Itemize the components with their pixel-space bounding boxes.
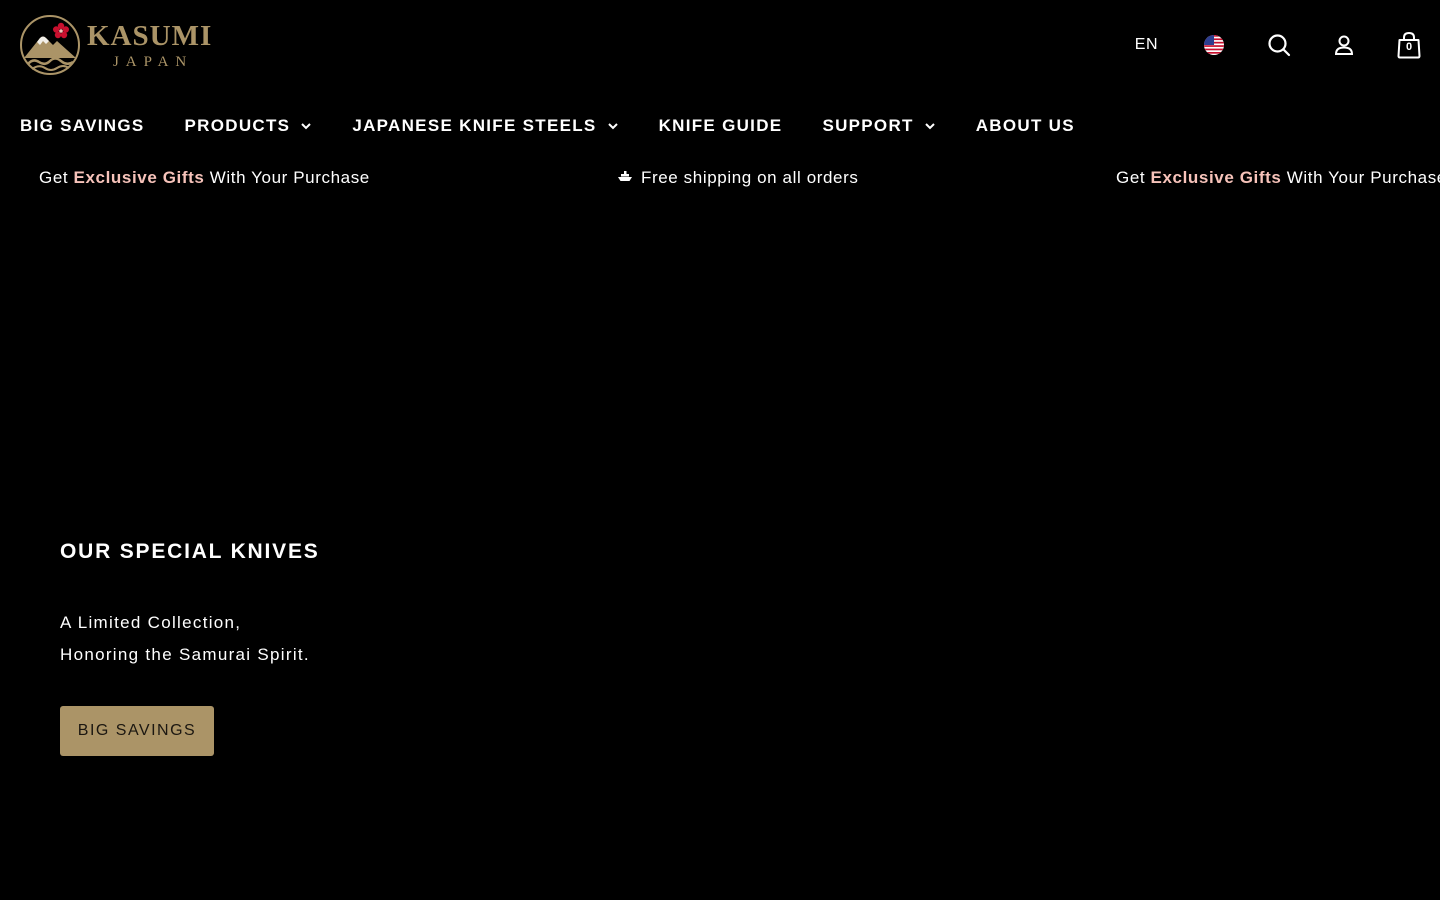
nav-products[interactable]: PRODUCTS — [185, 116, 313, 136]
ship-icon — [618, 171, 632, 181]
announcement-text: Get — [1116, 168, 1151, 187]
chevron-down-icon — [925, 123, 935, 130]
brand-sub: JAPAN — [112, 54, 194, 70]
header-tools: EN 0 — [1135, 24, 1422, 66]
nav-support[interactable]: SUPPORT — [822, 116, 935, 136]
chevron-down-icon — [607, 123, 618, 130]
announcement-highlight: Exclusive Gifts — [1150, 168, 1282, 187]
announcement-shipping: Free shipping on all orders — [617, 168, 858, 188]
page: KASUMI JAPAN EN 0 BIG SAVINGS PRODUCTS J… — [0, 0, 1440, 900]
cart-icon[interactable]: 0 — [1396, 32, 1422, 59]
nav-label: SUPPORT — [822, 116, 914, 135]
nav-big-savings[interactable]: BIG SAVINGS — [20, 116, 145, 136]
nav-japanese-knife-steels[interactable]: JAPANESE KNIFE STEELS — [352, 116, 618, 136]
announcement-gift: Get Exclusive Gifts With Your Purchase — [39, 168, 370, 188]
language-selector[interactable]: EN — [1135, 36, 1158, 54]
chevron-down-icon — [301, 123, 312, 130]
shipping-text: Free shipping on all orders — [641, 168, 859, 187]
nav-label: BIG SAVINGS — [20, 116, 145, 135]
announcement-text: With Your Purchase — [1281, 168, 1440, 187]
nav-knife-guide[interactable]: KNIFE GUIDE — [659, 116, 783, 136]
nav-about-us[interactable]: ABOUT US — [976, 116, 1075, 136]
announcement-text: With Your Purchase — [204, 168, 370, 187]
search-icon[interactable] — [1266, 32, 1292, 58]
big-savings-button[interactable]: BIG SAVINGS — [60, 706, 214, 756]
announcement-gift-repeat: Get Exclusive Gifts With Your Purchase — [1116, 168, 1440, 188]
announcement-bar: Get Exclusive Gifts With Your Purchase F… — [0, 168, 1440, 194]
hero-description: A Limited Collection, Honoring the Samur… — [60, 607, 310, 671]
announcement-highlight: Exclusive Gifts — [73, 168, 205, 187]
hero-title: OUR SPECIAL KNIVES — [60, 540, 320, 563]
nav-label: PRODUCTS — [184, 116, 291, 135]
kasumi-logo[interactable]: KASUMI JAPAN — [19, 14, 212, 76]
cart-count: 0 — [1405, 41, 1413, 53]
announcement-text: Get — [39, 168, 74, 187]
hero-line-1: A Limited Collection, — [60, 613, 242, 632]
us-flag-icon[interactable] — [1201, 32, 1227, 58]
mount-fuji-blossom-logo-icon — [20, 15, 80, 75]
hero-line-2: Honoring the Samurai Spirit. — [60, 645, 310, 664]
nav-label: ABOUT US — [975, 116, 1075, 135]
main-nav: BIG SAVINGS PRODUCTS JAPANESE KNIFE STEE… — [20, 112, 1115, 140]
nav-label: JAPANESE KNIFE STEELS — [352, 116, 597, 135]
brand-name: KASUMI — [87, 20, 213, 52]
account-icon[interactable] — [1331, 32, 1357, 58]
nav-label: KNIFE GUIDE — [658, 116, 783, 135]
